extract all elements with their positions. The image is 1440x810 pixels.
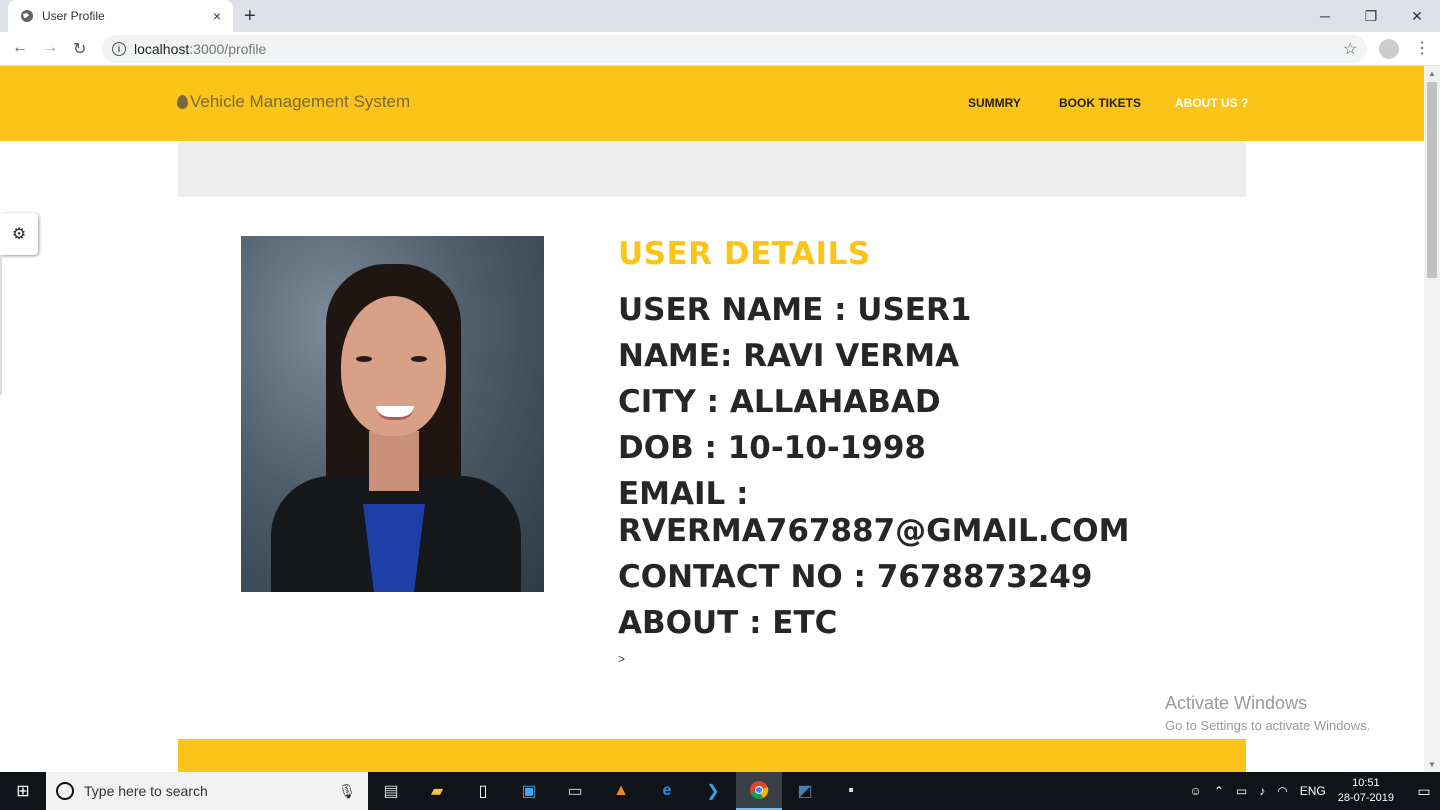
page-viewport: Vehicle Management System SUMMRY BOOK TI… <box>0 66 1424 772</box>
profile-avatar[interactable] <box>1379 39 1399 59</box>
windows-app-icon[interactable]: ▣ <box>506 772 552 810</box>
window-controls: ─ ❐ ✕ <box>1302 0 1440 32</box>
notepad-icon[interactable]: ▯ <box>460 772 506 810</box>
scroll-down-icon[interactable]: ▼ <box>1428 760 1436 769</box>
vscode-icon[interactable]: ❯ <box>690 772 736 810</box>
tab-user-profile[interactable]: User Profile × <box>8 0 233 32</box>
detail-contact: CONTACT NO : 7678873249 <box>618 559 1093 595</box>
start-button[interactable]: ⊞ <box>0 772 46 810</box>
tab-close-icon[interactable]: × <box>213 8 221 24</box>
nav-summry[interactable]: SUMMRY <box>968 96 1021 110</box>
cortana-icon <box>56 782 74 800</box>
clock-date: 28-07-2019 <box>1337 792 1394 804</box>
battery-icon[interactable]: ▭ <box>1236 784 1247 798</box>
task-view-icon[interactable]: ▤ <box>368 772 414 810</box>
detail-email: EMAIL : RVERMA767887@GMAIL.COM <box>618 476 1130 549</box>
reload-button[interactable]: ↻ <box>73 39 86 59</box>
watermark-subtitle: Go to Settings to activate Windows. <box>1165 718 1371 733</box>
clock-time: 10:51 <box>1352 777 1380 789</box>
site-header: Vehicle Management System SUMMRY BOOK TI… <box>0 66 1424 141</box>
action-center-icon[interactable]: ▭ <box>1408 783 1440 800</box>
windows-taskbar: ⊞ Type here to search 🎙 ▤ ▰ ▯ ▣ ▭ ▲ e ❯ … <box>0 772 1440 810</box>
detail-city: CITY : ALLAHABAD <box>618 384 941 420</box>
site-footer <box>178 739 1246 772</box>
wifi-icon[interactable]: ◠ <box>1277 784 1287 798</box>
file-explorer-icon[interactable]: ▰ <box>414 772 460 810</box>
vlc-icon[interactable]: ▲ <box>598 772 644 810</box>
address-bar[interactable]: i localhost :3000/profile <box>102 35 1367 63</box>
profile-photo <box>241 236 544 592</box>
mysql-workbench-icon[interactable]: ◩ <box>782 772 828 810</box>
user-details: USER DETAILS USER NAME : USER1 NAME: RAV… <box>618 236 1178 666</box>
activate-windows-watermark: Activate Windows Go to Settings to activ… <box>1165 693 1370 733</box>
tab-title: User Profile <box>42 9 105 23</box>
language-indicator[interactable]: ENG <box>1300 784 1326 798</box>
browser-toolbar: ← → ↻ i localhost :3000/profile ☆ ⋮ <box>0 32 1440 66</box>
mysql-cli-icon[interactable]: ▪ <box>828 772 874 810</box>
people-icon[interactable]: ☺ <box>1190 784 1202 798</box>
scroll-up-icon[interactable]: ▲ <box>1428 69 1436 78</box>
browser-menu-icon[interactable]: ⋮ <box>1414 38 1430 58</box>
scrollbar-thumb[interactable] <box>1427 82 1437 278</box>
url-host: localhost <box>134 41 190 57</box>
minimize-button[interactable]: ─ <box>1302 0 1348 32</box>
gears-icon: ⚙ <box>11 226 27 243</box>
tray-overflow-icon[interactable]: ⌃ <box>1214 784 1224 798</box>
system-tray: ☺ ⌃ ▭ ♪ ◠ ENG 10:51 28-07-2019 ▭ <box>1190 772 1440 810</box>
forward-button[interactable]: → <box>42 39 58 57</box>
nav-about-us[interactable]: ABOUT US ? <box>1175 96 1248 110</box>
brand-name: Vehicle Management System <box>190 92 411 111</box>
microphone-icon[interactable]: 🎙 <box>338 783 356 800</box>
url-path: :3000/profile <box>189 41 267 57</box>
close-window-button[interactable]: ✕ <box>1394 0 1440 32</box>
bookmark-star-icon[interactable]: ☆ <box>1343 39 1357 59</box>
settings-panel-toggle[interactable]: ⚙ <box>0 213 38 255</box>
detail-name: NAME: RAVI VERMA <box>618 338 960 374</box>
taskbar-clock[interactable]: 10:51 28-07-2019 <box>1338 776 1394 806</box>
edge-icon[interactable]: e <box>644 772 690 810</box>
nav-book-tikets[interactable]: BOOK TIKETS <box>1059 96 1141 110</box>
volume-icon[interactable]: ♪ <box>1259 784 1265 798</box>
page-banner <box>178 141 1246 197</box>
stray-text: > <box>618 652 626 666</box>
watermark-title: Activate Windows <box>1165 693 1308 713</box>
chrome-logo <box>750 781 769 799</box>
chrome-icon[interactable] <box>736 772 782 810</box>
detail-username: USER NAME : USER1 <box>618 292 972 328</box>
globe-icon <box>21 10 33 22</box>
detail-about: ABOUT : ETC <box>618 605 838 641</box>
detail-dob: DOB : 10-10-1998 <box>618 430 926 466</box>
brand-logo[interactable]: Vehicle Management System <box>177 92 410 112</box>
back-button[interactable]: ← <box>12 39 28 57</box>
flame-icon <box>177 95 188 109</box>
tab-strip: User Profile × + ─ ❐ ✕ <box>0 0 1440 32</box>
search-placeholder: Type here to search <box>84 783 208 799</box>
new-tab-button[interactable]: + <box>244 5 256 28</box>
taskbar-search[interactable]: Type here to search 🎙 <box>46 772 368 810</box>
user-details-heading: USER DETAILS <box>618 236 871 272</box>
side-panel-edge <box>0 255 2 395</box>
page-scrollbar[interactable]: ▲ ▼ <box>1424 66 1440 772</box>
maximize-button[interactable]: ❐ <box>1348 0 1394 32</box>
terminal-icon[interactable]: ▭ <box>552 772 598 810</box>
site-info-icon[interactable]: i <box>112 42 126 56</box>
